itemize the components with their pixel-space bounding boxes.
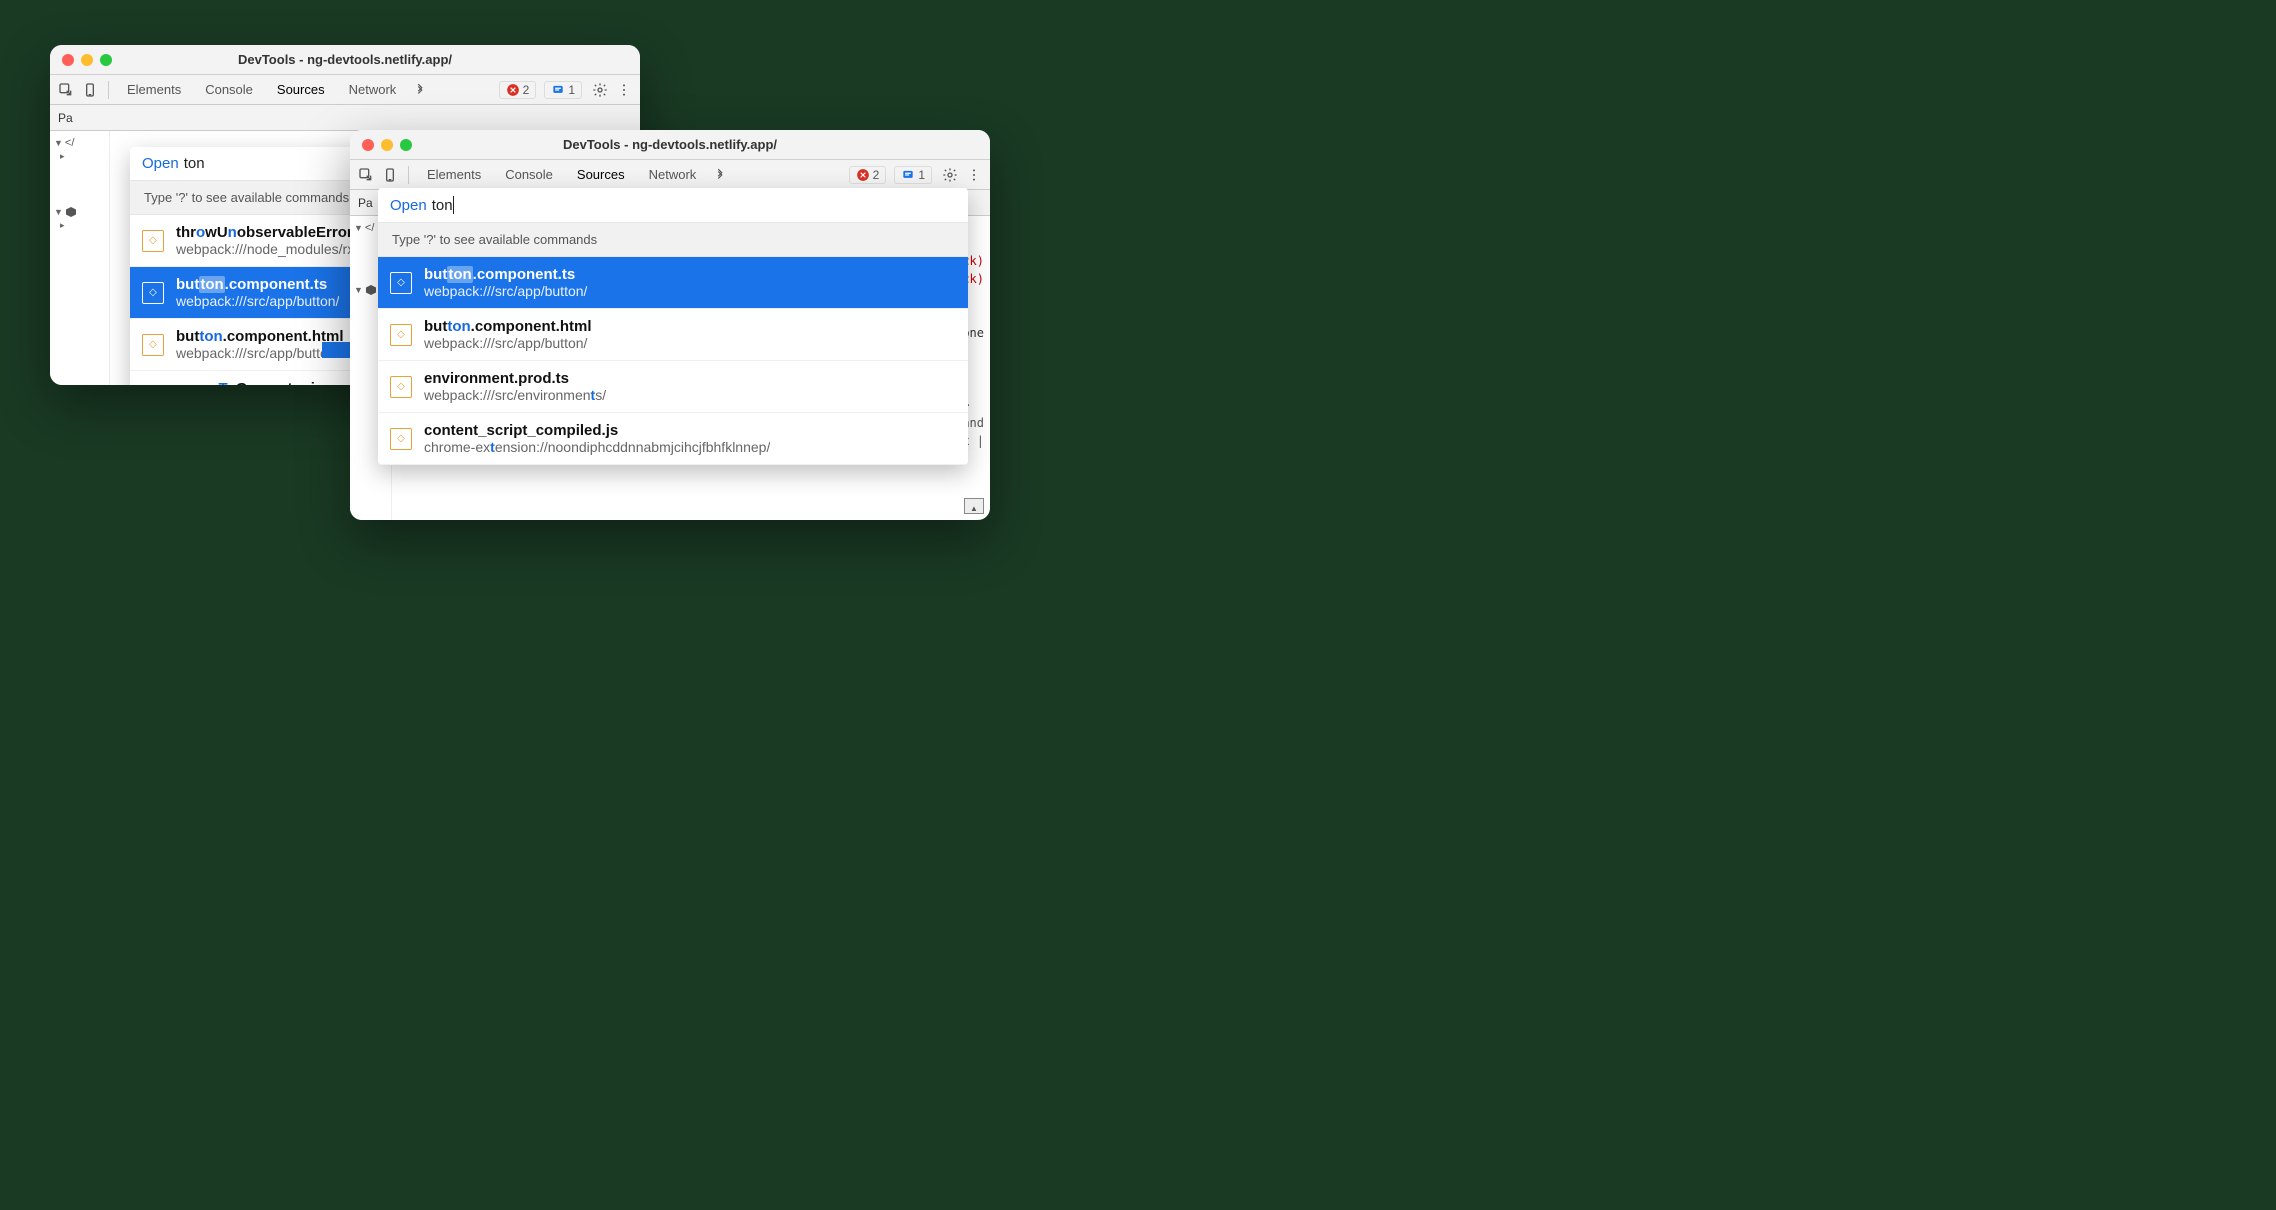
command-result[interactable]: environment.prod.ts webpack:///src/envir… <box>378 361 968 413</box>
toolbar: Elements Console Sources Network 2 1 <box>50 75 640 105</box>
tab-sources[interactable]: Sources <box>267 82 335 97</box>
file-icon <box>390 376 412 398</box>
minimize-icon[interactable] <box>81 54 93 66</box>
result-path: webpack:///src/environments/ <box>424 387 606 403</box>
kebab-icon[interactable] <box>614 80 634 100</box>
error-badge[interactable]: 2 <box>499 81 537 99</box>
open-prefix: Open <box>390 197 427 214</box>
window-title: DevTools - ng-devtools.netlify.app/ <box>50 52 640 67</box>
devtools-window-after: DevTools - ng-devtools.netlify.app/ Elem… <box>350 130 990 520</box>
gear-icon[interactable] <box>590 80 610 100</box>
tab-network[interactable]: Network <box>339 82 407 97</box>
info-badge[interactable]: 1 <box>544 81 582 99</box>
command-input-row[interactable]: Open ton <box>378 188 968 222</box>
result-path: webpack:///src/app/button/ <box>424 335 591 351</box>
file-icon <box>390 428 412 450</box>
info-count: 1 <box>918 168 925 182</box>
traffic-lights <box>362 139 412 151</box>
result-filename: environment.prod.ts <box>424 370 606 387</box>
separator <box>108 81 109 99</box>
result-filename: button.component.html <box>424 318 591 335</box>
tab-elements[interactable]: Elements <box>417 167 491 182</box>
command-result[interactable]: button.component.ts webpack:///src/app/b… <box>378 257 968 309</box>
close-icon[interactable] <box>62 54 74 66</box>
result-path: webpack:///src/app/button/ <box>176 293 339 309</box>
error-count: 2 <box>873 168 880 182</box>
info-count: 1 <box>568 83 575 97</box>
close-icon[interactable] <box>362 139 374 151</box>
result-filename: button.component.ts <box>176 276 339 293</box>
device-toggle-icon[interactable] <box>80 80 100 100</box>
minimize-icon[interactable] <box>381 139 393 151</box>
tab-elements[interactable]: Elements <box>117 82 191 97</box>
more-tabs-icon[interactable] <box>710 165 730 185</box>
kebab-icon[interactable] <box>964 165 984 185</box>
tab-sources[interactable]: Sources <box>567 167 635 182</box>
text-cursor <box>453 196 454 214</box>
device-toggle-icon[interactable] <box>380 165 400 185</box>
sources-tree[interactable]: ▼</ ▸ ▼ ▸ <box>50 131 110 385</box>
toolbar: Elements Console Sources Network 2 1 <box>350 160 990 190</box>
inspect-icon[interactable] <box>56 80 76 100</box>
result-filename: button.component.ts <box>424 266 587 283</box>
titlebar: DevTools - ng-devtools.netlify.app/ <box>350 130 990 160</box>
command-result[interactable]: button.component.html webpack:///src/app… <box>378 309 968 361</box>
zoom-icon[interactable] <box>400 139 412 151</box>
command-menu: Open ton Type '?' to see available comma… <box>378 188 968 465</box>
error-badge[interactable]: 2 <box>849 166 887 184</box>
titlebar: DevTools - ng-devtools.netlify.app/ <box>50 45 640 75</box>
result-path: webpack:///src/app/button/ <box>424 283 587 299</box>
file-icon <box>390 272 412 294</box>
separator <box>408 166 409 184</box>
subtab-page[interactable]: Pa <box>358 196 373 210</box>
result-filename: content_script_compiled.js <box>424 422 770 439</box>
console-drawer-toggle[interactable] <box>964 498 984 514</box>
query-text: ton <box>184 155 205 172</box>
result-path: chrome-extension://noondiphcddnnabmjcihc… <box>424 439 770 455</box>
subtab-page[interactable]: Pa <box>58 111 73 125</box>
file-icon <box>142 282 164 304</box>
tab-console[interactable]: Console <box>195 82 263 97</box>
file-icon <box>142 230 164 252</box>
tab-console[interactable]: Console <box>495 167 563 182</box>
file-icon <box>142 334 164 356</box>
error-count: 2 <box>523 83 530 97</box>
command-hint: Type '?' to see available commands <box>378 222 968 257</box>
open-prefix: Open <box>142 155 179 172</box>
query-text: ton <box>432 197 453 214</box>
traffic-lights <box>62 54 112 66</box>
command-result[interactable]: content_script_compiled.js chrome-extens… <box>378 413 968 465</box>
file-icon <box>390 324 412 346</box>
inspect-icon[interactable] <box>356 165 376 185</box>
more-tabs-icon[interactable] <box>410 80 430 100</box>
tab-network[interactable]: Network <box>639 167 707 182</box>
zoom-icon[interactable] <box>100 54 112 66</box>
sub-tab-bar: Pa <box>50 105 640 131</box>
info-badge[interactable]: 1 <box>894 166 932 184</box>
window-title: DevTools - ng-devtools.netlify.app/ <box>350 137 990 152</box>
gear-icon[interactable] <box>940 165 960 185</box>
